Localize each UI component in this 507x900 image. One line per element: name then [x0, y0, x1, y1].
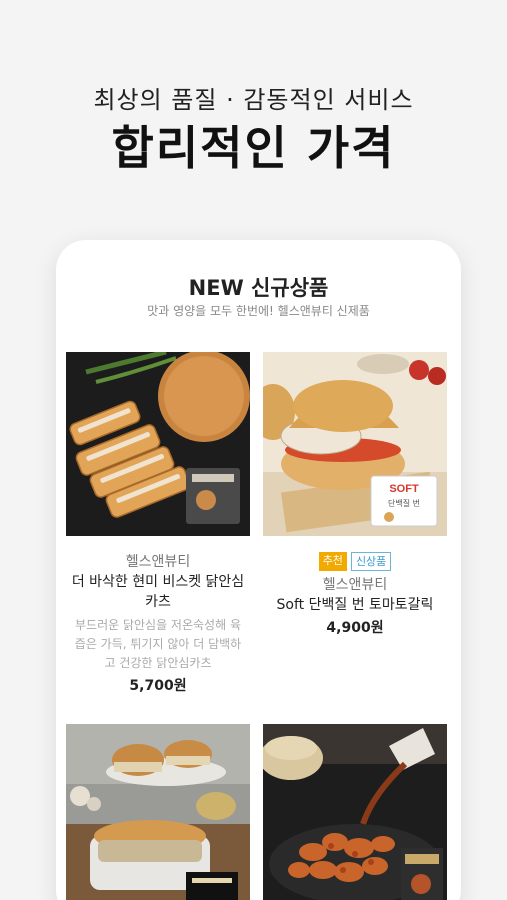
section-subtitle: 맛과 영양을 모두 한번에! 헬스앤뷰티 신제품	[147, 304, 370, 318]
product-price: 5,700원	[129, 678, 187, 694]
hero-title: 합리적인 가격	[111, 121, 396, 175]
product-name[interactable]: 더 바삭한 현미 비스켓 닭안심카츠	[66, 572, 250, 612]
recommend-badge: 추천	[318, 552, 347, 571]
protein-bun-photo[interactable]: SOFT 단백질 번	[263, 352, 447, 536]
product-brand: 헬스앤뷰티	[125, 554, 191, 570]
chicken-cutlet-photo[interactable]	[66, 352, 250, 536]
product-price: 4,900원	[326, 620, 384, 636]
product-brand: 헬스앤뷰티	[322, 577, 388, 593]
glazed-chicken-photo[interactable]	[263, 724, 447, 900]
section-title: NEW 신규상품	[188, 276, 329, 300]
product-card-glazed-chicken[interactable]	[263, 724, 447, 900]
product-card-protein-bun[interactable]: SOFT 단백질 번 추천 신상품 헬스앤뷰티 Soft 단백질 번 토마토갈릭…	[263, 352, 447, 652]
new-product-badge: 신상품	[350, 552, 392, 571]
product-card-chicken-cutlet[interactable]: 헬스앤뷰티 더 바삭한 현미 비스켓 닭안심카츠 부드러운 닭안심을 저온숙성해…	[66, 352, 250, 702]
hero-subtitle: 최상의 품질 · 감동적인 서비스	[93, 86, 414, 114]
product-info: 헬스앤뷰티 더 바삭한 현미 비스켓 닭안심카츠 부드러운 닭안심을 저온숙성해…	[66, 552, 250, 696]
product-card-sandwich[interactable]	[66, 724, 250, 900]
product-name[interactable]: Soft 단백질 번 토마토갈릭	[263, 595, 447, 615]
sandwich-photo[interactable]	[66, 724, 250, 900]
product-description: 부드러운 닭안심을 저온숙성해 육즙은 가득, 튀기지 않아 더 담백하고 건강…	[74, 618, 242, 670]
hero-banner: 최상의 품질 · 감동적인 서비스 합리적인 가격	[0, 0, 507, 240]
badge-row: 추천 신상품	[263, 552, 447, 571]
product-info: 추천 신상품 헬스앤뷰티 Soft 단백질 번 토마토갈릭 4,900원	[263, 552, 447, 638]
package-label: SOFT	[389, 483, 419, 495]
package-sub: 단백질 번	[388, 498, 420, 508]
phone-screen: NEW 신규상품 맛과 영양을 모두 한번에! 헬스앤뷰티 신제품 헬스앤뷰티 …	[56, 240, 461, 900]
